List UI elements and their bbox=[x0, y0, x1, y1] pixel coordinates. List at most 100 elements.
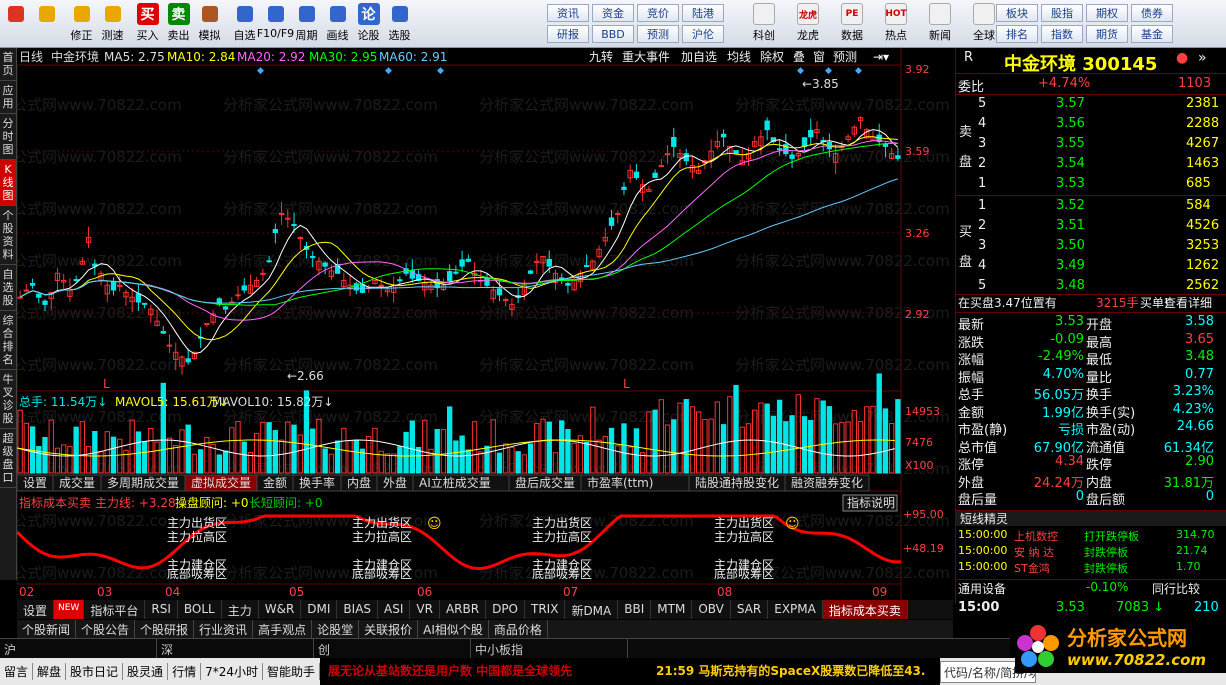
leftnav-K线图[interactable]: K线图 bbox=[0, 160, 16, 206]
kline-chart-area[interactable]: 分析家公式网www.70822.com 分析家公式网www.70822.com 分析… bbox=[0, 48, 953, 603]
status-留言[interactable]: 留言 bbox=[0, 663, 34, 680]
toolbar-grid-资金[interactable]: 资金 bbox=[592, 4, 634, 22]
数据-button[interactable]: PE 数据 bbox=[830, 0, 874, 46]
indicator-tab-DPO[interactable]: DPO bbox=[486, 600, 525, 619]
subtab-成交量[interactable]: 成交量 bbox=[52, 474, 102, 492]
leftnav-自选股[interactable]: 自选股 bbox=[0, 265, 16, 311]
toolbar-button[interactable] bbox=[0, 0, 31, 46]
toolbar-grid2-股指[interactable]: 股指 bbox=[1041, 4, 1083, 22]
indicator-tab-MTM[interactable]: MTM bbox=[651, 600, 693, 619]
event-marker-icon[interactable]: ◆ bbox=[385, 66, 392, 76]
自选-button[interactable]: 自选 bbox=[229, 0, 260, 46]
toolbar-grid-竞价[interactable]: 竞价 bbox=[637, 4, 679, 22]
indicator-tab-RSI[interactable]: RSI bbox=[145, 600, 178, 619]
toolbar-grid-预测[interactable]: 预测 bbox=[637, 25, 679, 43]
测速-button[interactable]: 测速 bbox=[97, 0, 128, 46]
龙虎-button[interactable]: 龙虎 龙虎 bbox=[786, 0, 830, 46]
leftnav-分时图[interactable]: 分时图 bbox=[0, 114, 16, 160]
indicator-tab-主力[interactable]: 主力 bbox=[222, 600, 259, 619]
subtab-外盘[interactable]: 外盘 bbox=[376, 474, 414, 492]
index-创[interactable]: 创 bbox=[314, 639, 471, 658]
画线-button[interactable]: 画线 bbox=[322, 0, 353, 46]
subtab-虚拟成交量[interactable]: 虚拟成交量 bbox=[184, 474, 258, 492]
chart-tool-九转[interactable]: 九转 bbox=[589, 49, 613, 64]
subtab-市盈率(ttm)[interactable]: 市盈率(ttm) bbox=[580, 474, 690, 492]
leftnav-牛叉诊股[interactable]: 牛叉诊股 bbox=[0, 370, 16, 429]
indicator-tab-ASI[interactable]: ASI bbox=[378, 600, 411, 619]
indicator-tab-EXPMA[interactable]: EXPMA bbox=[768, 600, 823, 619]
news-tab-个股新闻[interactable]: 个股新闻 bbox=[17, 620, 77, 638]
exit-icon[interactable]: ⇥▾ bbox=[873, 50, 889, 64]
chart-tool-除权[interactable]: 除权 bbox=[760, 49, 784, 64]
subtab-设置[interactable]: 设置 bbox=[16, 474, 54, 492]
status-股灵通[interactable]: 股灵通 bbox=[123, 663, 169, 680]
toolbar-grid2-指数[interactable]: 指数 bbox=[1041, 25, 1083, 43]
indicator-tab-TRIX[interactable]: TRIX bbox=[525, 600, 566, 619]
模拟-button[interactable]: 模拟 bbox=[194, 0, 225, 46]
news-tab-论股堂[interactable]: 论股堂 bbox=[312, 620, 360, 638]
toolbar-grid-BBD[interactable]: BBD bbox=[592, 25, 634, 43]
toolbar-grid2-债券[interactable]: 债券 bbox=[1131, 4, 1173, 22]
event-marker-icon[interactable]: ◆ bbox=[797, 66, 804, 76]
周期-button[interactable]: 周期 bbox=[291, 0, 322, 46]
event-marker-icon[interactable]: ◆ bbox=[437, 66, 444, 76]
status-解盘[interactable]: 解盘 bbox=[33, 663, 67, 680]
kline-svg[interactable]: 分析家公式网www.70822.com 分析家公式网www.70822.com 分析… bbox=[0, 48, 953, 603]
leftnav-超级盘口[interactable]: 超级盘口 bbox=[0, 429, 16, 488]
chart-tool-叠[interactable]: 叠 bbox=[793, 50, 805, 64]
leftnav-个股资料[interactable]: 个股资料 bbox=[0, 206, 16, 265]
toolbar-grid2-排名[interactable]: 排名 bbox=[996, 25, 1038, 43]
indicator-tab-VR[interactable]: VR bbox=[410, 600, 440, 619]
toolbar-grid2-期货[interactable]: 期货 bbox=[1086, 25, 1128, 43]
subtab-内盘[interactable]: 内盘 bbox=[340, 474, 378, 492]
news-tab-高手观点[interactable]: 高手观点 bbox=[253, 620, 313, 638]
toolbar-grid-沪伦[interactable]: 沪伦 bbox=[682, 25, 724, 43]
leftnav-首页[interactable]: 首页 bbox=[0, 48, 16, 81]
toolbar-grid-陆港[interactable]: 陆港 bbox=[682, 4, 724, 22]
chart-tool-重大事件[interactable]: 重大事件 bbox=[622, 50, 670, 64]
news-tab-个股公告[interactable]: 个股公告 bbox=[76, 620, 136, 638]
status-行情[interactable]: 行情 bbox=[168, 663, 202, 680]
chart-tool-加自选[interactable]: 加自选 bbox=[681, 50, 717, 64]
卖出-button[interactable]: 卖卖出 bbox=[163, 0, 194, 46]
subtab-换手率[interactable]: 换手率 bbox=[292, 474, 342, 492]
indicator-tab-W&R[interactable]: W&R bbox=[259, 600, 302, 619]
indicator-tab-BBI[interactable]: BBI bbox=[618, 600, 652, 619]
news-tab-个股研报[interactable]: 个股研报 bbox=[135, 620, 195, 638]
news-tab-行业资讯[interactable]: 行业资讯 bbox=[194, 620, 254, 638]
买入-button[interactable]: 买买入 bbox=[132, 0, 163, 46]
subtab-金额[interactable]: 金额 bbox=[256, 474, 294, 492]
indicator-tab-ARBR[interactable]: ARBR bbox=[440, 600, 487, 619]
chart-tool-预测[interactable]: 预测 bbox=[833, 50, 857, 64]
leftnav-综合排名[interactable]: 综合排名 bbox=[0, 311, 16, 370]
index-中小板指[interactable]: 中小板指 bbox=[471, 639, 628, 658]
event-marker-icon[interactable]: ◆ bbox=[855, 66, 862, 76]
subtab-陆股通持股变化[interactable]: 陆股通持股变化 bbox=[688, 474, 786, 492]
F10/F9-button[interactable]: F10/F9 bbox=[257, 0, 294, 46]
toolbar-grid2-基金[interactable]: 基金 bbox=[1131, 25, 1173, 43]
indicator-tab-OBV[interactable]: OBV bbox=[692, 600, 731, 619]
chart-tool-均线[interactable]: 均线 bbox=[727, 50, 751, 64]
toolbar-grid2-期权[interactable]: 期权 bbox=[1086, 4, 1128, 22]
ind-explain-button[interactable]: 指标说明 bbox=[847, 495, 895, 510]
index-沪[interactable]: 沪 bbox=[0, 639, 157, 658]
indicator-tab-BOLL[interactable]: BOLL bbox=[178, 600, 222, 619]
event-marker-icon[interactable]: ◆ bbox=[257, 66, 264, 76]
indicator-tab-新DMA[interactable]: 新DMA bbox=[565, 600, 619, 619]
subtab-盘后成交量[interactable]: 盘后成交量 bbox=[508, 474, 582, 492]
subtab-融资融券变化[interactable]: 融资融券变化 bbox=[784, 474, 870, 492]
选股-button[interactable]: 选股 bbox=[384, 0, 415, 46]
event-marker-icon[interactable]: ◆ bbox=[825, 66, 832, 76]
leftnav-应用[interactable]: 应用 bbox=[0, 81, 16, 114]
热点-button[interactable]: HOT 热点 bbox=[874, 0, 918, 46]
toolbar-button[interactable] bbox=[31, 0, 62, 46]
indicator-tab-设置[interactable]: 设置 bbox=[17, 600, 55, 619]
论股-button[interactable]: 论论股 bbox=[353, 0, 384, 46]
新闻-button[interactable]: 新闻 bbox=[918, 0, 962, 46]
status-智能助手[interactable]: 智能助手 bbox=[263, 663, 320, 680]
toolbar-grid-资讯[interactable]: 资讯 bbox=[547, 4, 589, 22]
toolbar-grid-研报[interactable]: 研报 bbox=[547, 25, 589, 43]
index-深[interactable]: 深 bbox=[157, 639, 314, 658]
indicator-tab-NEW[interactable]: NEW bbox=[54, 600, 85, 619]
indicator-tab-SAR[interactable]: SAR bbox=[731, 600, 769, 619]
